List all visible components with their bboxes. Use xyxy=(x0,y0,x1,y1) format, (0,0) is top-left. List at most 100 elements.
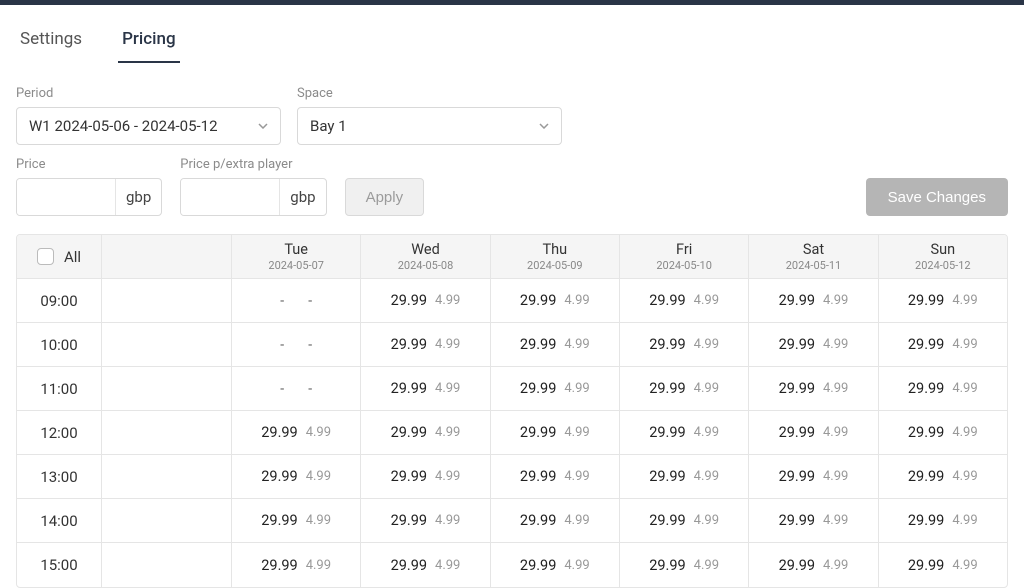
price-cell[interactable]: 29.994.99 xyxy=(749,499,878,542)
day-date: 2024-05-10 xyxy=(656,259,712,272)
price-cell[interactable]: 29.994.99 xyxy=(749,411,878,454)
price-cell[interactable]: 29.994.99 xyxy=(620,543,749,587)
price-value: 29.99 xyxy=(908,557,944,574)
extra-value: 4.99 xyxy=(823,293,848,308)
extra-value: 4.99 xyxy=(435,337,460,352)
extra-value: 4.99 xyxy=(564,469,589,484)
extra-value: 4.99 xyxy=(564,425,589,440)
extra-value: - xyxy=(300,381,320,397)
price-cell[interactable]: 29.994.99 xyxy=(491,543,620,587)
day-header: Wed2024-05-08 xyxy=(361,235,490,278)
day-date: 2024-05-09 xyxy=(527,259,583,272)
price-cell[interactable]: 29.99 4.99 xyxy=(620,367,749,410)
price-cell[interactable]: 29.994.99 xyxy=(620,411,749,454)
price-cell[interactable]: 29.994.99 xyxy=(749,367,878,410)
price-cell[interactable]: 29.994.99 xyxy=(879,411,1007,454)
time-cell[interactable]: 10:00 xyxy=(17,323,102,366)
price-cell[interactable]: -- xyxy=(232,367,361,410)
price-cell[interactable]: 29.994.99 xyxy=(232,411,361,454)
price-cell[interactable]: 29.994.99 xyxy=(620,455,749,498)
price-value: 29.99 xyxy=(649,468,685,485)
extra-value: 4.99 xyxy=(952,425,977,440)
price-cell[interactable]: 29.994.99 xyxy=(879,323,1007,366)
extra-value: 4.99 xyxy=(952,381,977,396)
period-label: Period xyxy=(16,86,281,101)
blank-cell xyxy=(102,455,232,498)
price-cell[interactable]: -- xyxy=(232,279,361,322)
price-value: 29.99 xyxy=(649,424,685,441)
blank-cell xyxy=(102,367,232,410)
price-cell[interactable]: 29.994.99 xyxy=(491,455,620,498)
dropdown-icon xyxy=(258,121,268,131)
time-cell[interactable]: 12:00 xyxy=(17,411,102,454)
price-cell[interactable]: -- xyxy=(232,323,361,366)
table-row: 12:0029.994.9929.994.9929.994.9929.994.9… xyxy=(17,411,1007,455)
price-cell[interactable]: 29.99 4.99 xyxy=(361,411,490,454)
price-value: 29.99 xyxy=(520,424,556,441)
time-cell[interactable]: 09:00 xyxy=(17,279,102,322)
price-cell[interactable]: 29.994.99 xyxy=(749,543,878,587)
price-cell[interactable]: 29.994.99 xyxy=(232,455,361,498)
save-changes-button[interactable]: Save Changes xyxy=(866,178,1008,216)
price-cell[interactable]: 29.994.99 xyxy=(879,543,1007,587)
price-cell[interactable]: 29.994.99 xyxy=(491,367,620,410)
price-cell[interactable]: 29.994.99 xyxy=(749,455,878,498)
blank-cell xyxy=(102,411,232,454)
price-cell[interactable]: 29.994.99 xyxy=(361,455,490,498)
price-cell[interactable]: 29.994.99 xyxy=(620,279,749,322)
price-cell[interactable]: 29.99 4.99 xyxy=(491,411,620,454)
period-select[interactable]: W1 2024-05-06 - 2024-05-12 xyxy=(16,107,281,145)
day-header: Sun2024-05-12 xyxy=(879,235,1007,278)
extra-value: - xyxy=(300,337,320,353)
time-cell[interactable]: 11:00 xyxy=(17,367,102,410)
extra-value: 4.99 xyxy=(952,469,977,484)
day-name: Wed xyxy=(411,241,440,258)
extra-value: 4.99 xyxy=(564,337,589,352)
price-value: 29.99 xyxy=(261,557,297,574)
price-input[interactable] xyxy=(17,179,115,215)
price-cell[interactable]: 29.994.99 xyxy=(232,499,361,542)
extra-value: - xyxy=(300,293,320,309)
price-cell[interactable]: 29.994.99 xyxy=(361,323,490,366)
price-cell[interactable]: 29.994.99 xyxy=(361,279,490,322)
price-cell[interactable]: 29.994.99 xyxy=(879,499,1007,542)
price-cell[interactable]: 29.994.99 xyxy=(620,499,749,542)
price-cell[interactable]: 29.994.99 xyxy=(232,543,361,587)
price-value: 29.99 xyxy=(649,380,685,397)
price-cell[interactable]: 29.994.99 xyxy=(879,367,1007,410)
price-cell[interactable]: 29.994.99 xyxy=(361,367,490,410)
price-cell[interactable]: 29.994.99 xyxy=(879,455,1007,498)
extra-value: 4.99 xyxy=(435,425,460,440)
apply-button[interactable]: Apply xyxy=(345,178,425,216)
price-cell[interactable]: 29.994.99 xyxy=(361,499,490,542)
time-cell[interactable]: 15:00 xyxy=(17,543,102,587)
price-extra-input[interactable] xyxy=(181,179,279,215)
all-label: All xyxy=(64,248,81,266)
price-cell[interactable]: 29.994.99 xyxy=(491,279,620,322)
space-select[interactable]: Bay 1 xyxy=(297,107,562,145)
time-cell[interactable]: 14:00 xyxy=(17,499,102,542)
price-cell[interactable]: 29.994.99 xyxy=(361,543,490,587)
price-value: 29.99 xyxy=(391,557,427,574)
tab-settings[interactable]: Settings xyxy=(16,21,86,63)
price-value: 29.99 xyxy=(520,336,556,353)
price-value: 29.99 xyxy=(391,424,427,441)
time-cell[interactable]: 13:00 xyxy=(17,455,102,498)
price-cell[interactable]: 29.994.99 xyxy=(491,499,620,542)
price-value: - xyxy=(272,337,292,353)
price-cell[interactable]: 29.994.99 xyxy=(749,323,878,366)
tabs: Settings Pricing xyxy=(16,5,1008,64)
tab-pricing[interactable]: Pricing xyxy=(118,21,180,63)
price-cell[interactable]: 29.99 4.99 xyxy=(491,323,620,366)
select-all-checkbox[interactable] xyxy=(37,248,54,265)
pricing-table: All Tue2024-05-07Wed2024-05-08Thu2024-05… xyxy=(16,234,1008,588)
extra-value: 4.99 xyxy=(823,558,848,573)
price-extra-currency: gbp xyxy=(279,179,325,215)
extra-value: 4.99 xyxy=(694,381,719,396)
extra-value: 4.99 xyxy=(952,513,977,528)
price-cell[interactable]: 29.994.99 xyxy=(749,279,878,322)
price-cell[interactable]: 29.994.99 xyxy=(879,279,1007,322)
extra-value: 4.99 xyxy=(823,425,848,440)
price-cell[interactable]: 29.994.99 xyxy=(620,323,749,366)
period-value: W1 2024-05-06 - 2024-05-12 xyxy=(29,117,218,135)
